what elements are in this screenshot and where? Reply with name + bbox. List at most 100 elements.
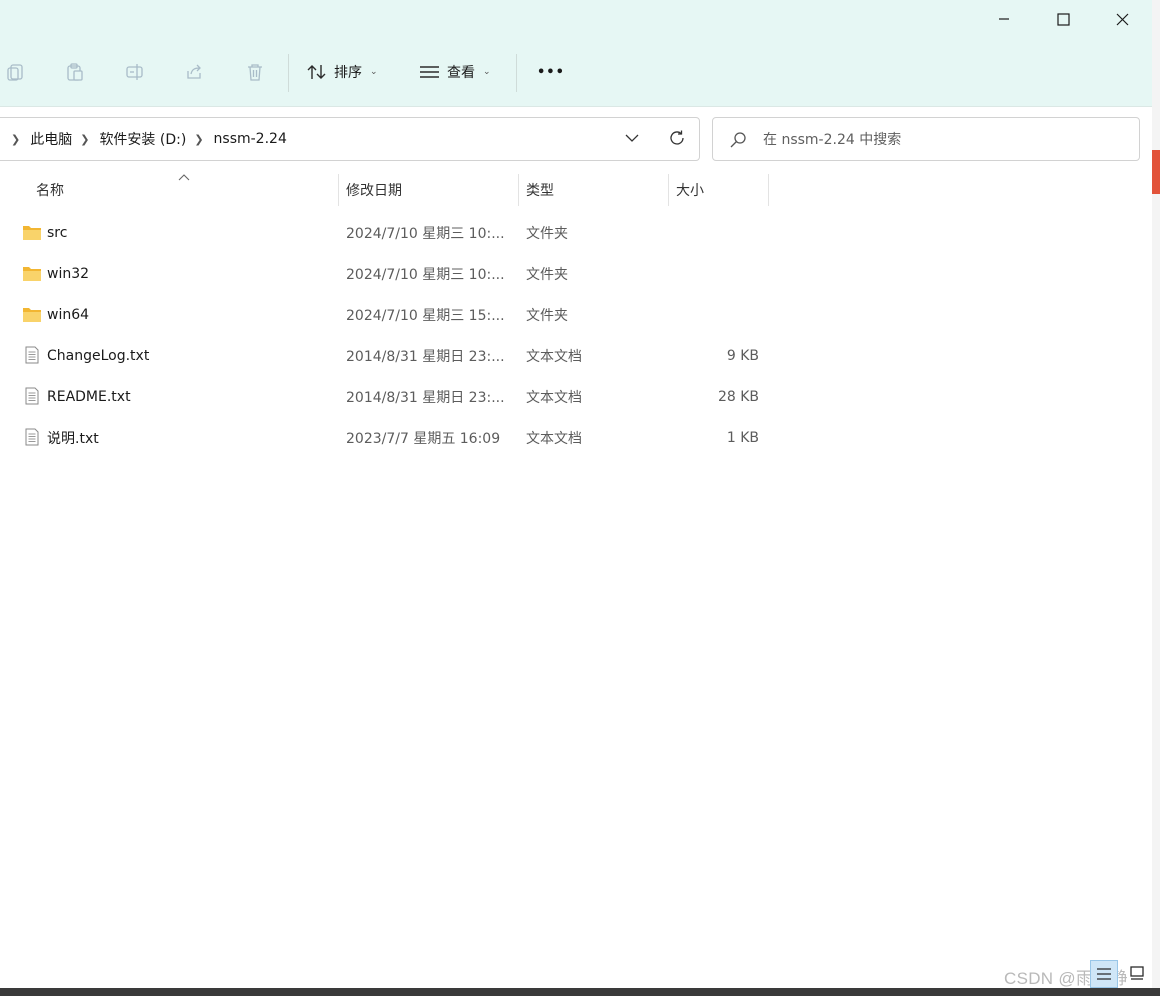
text-file-icon [25,387,39,405]
file-row[interactable]: src 2024/7/10 星期三 10:... 文件夹 [0,212,1152,253]
file-modified: 2014/8/31 星期日 23:... [346,389,505,406]
file-row[interactable]: win64 2024/7/10 星期三 15:... 文件夹 [0,294,1152,335]
chevron-down-icon [625,134,639,142]
file-name: win32 [47,265,90,282]
file-size: 28 KB [717,388,759,405]
command-bar: 排序 ⌄ 查看 ⌄ ••• [0,46,1152,98]
refresh-button[interactable] [668,129,686,151]
file-explorer-window: 排序 ⌄ 查看 ⌄ ••• ❯ 此电脑 ❯ 软件安装 (D:) ❯ nssm-2… [0,0,1153,988]
sort-label: 排序 [334,65,362,81]
file-modified: 2024/7/10 星期三 10:... [346,225,505,242]
sort-icon [307,65,326,79]
text-file-icon [25,346,39,364]
view-list-icon [420,66,439,78]
text-file-icon [25,428,39,446]
tiles-view-icon [1130,966,1144,980]
view-button[interactable]: 查看 ⌄ [419,56,491,88]
toolbar-divider [516,54,517,92]
column-modified[interactable]: 修改日期 [346,174,402,206]
maximize-icon [1056,12,1070,26]
file-modified: 2023/7/7 星期五 16:09 [346,430,501,447]
toolbar-band: 排序 ⌄ 查看 ⌄ ••• [0,0,1152,107]
file-modified: 2014/8/31 星期日 23:... [346,348,505,365]
paste-button[interactable] [61,58,89,86]
chevron-right-icon: ❯ [80,132,90,146]
minimize-icon [999,18,1009,20]
file-row[interactable]: ChangeLog.txt 2014/8/31 星期日 23:... 文本文档 … [0,335,1152,376]
file-size [676,212,759,253]
file-type: 文件夹 [526,225,568,242]
file-modified: 2024/7/10 星期三 10:... [346,266,505,283]
share-icon [187,64,201,79]
chevron-right-icon: ❯ [194,132,204,146]
view-label: 查看 [447,65,475,81]
file-type: 文本文档 [526,389,582,406]
view-switcher [1090,960,1150,988]
address-bar[interactable]: ❯ 此电脑 ❯ 软件安装 (D:) ❯ nssm-2.24 [0,117,700,161]
breadcrumb-drive-d[interactable]: 软件安装 (D:) [99,129,186,149]
folder-icon [23,226,41,240]
close-icon [1116,13,1128,25]
more-icon: ••• [537,64,565,80]
file-type: 文本文档 [526,430,582,447]
chevron-right-icon: ❯ [11,132,21,146]
column-divider[interactable] [668,174,669,206]
column-divider[interactable] [768,174,769,206]
column-type[interactable]: 类型 [526,174,554,206]
close-button[interactable] [1093,0,1151,38]
background-window-accent [1152,150,1160,194]
tiles-view-button[interactable] [1124,960,1150,986]
copy-icon [7,64,23,81]
maximize-button[interactable] [1034,0,1092,38]
trash-icon [248,64,262,81]
column-size[interactable]: 大小 [676,174,704,206]
copy-button[interactable] [2,58,30,86]
delete-button[interactable] [241,58,269,86]
folder-icon [23,308,41,322]
file-row[interactable]: win32 2024/7/10 星期三 10:... 文件夹 [0,253,1152,294]
file-size: 9 KB [726,347,759,364]
share-button[interactable] [181,58,209,86]
column-name[interactable]: 名称 [36,174,64,206]
taskbar-edge [0,988,1160,996]
address-history-dropdown[interactable] [625,131,639,149]
file-size [676,294,759,335]
file-type: 文件夹 [526,266,568,283]
chevron-down-icon: ⌄ [483,67,491,77]
column-divider[interactable] [518,174,519,206]
search-icon [730,132,746,148]
toolbar-divider [288,54,289,92]
refresh-icon [670,130,684,145]
paste-icon [67,63,83,81]
file-name: src [47,224,68,241]
file-modified: 2024/7/10 星期三 15:... [346,307,505,324]
folder-icon [23,267,41,281]
breadcrumb-nssm[interactable]: nssm-2.24 [214,131,287,147]
column-header: 名称 修改日期 类型 大小 [0,174,1152,206]
more-options-button[interactable]: ••• [537,56,565,88]
search-input[interactable]: 在 nssm-2.24 中搜索 [763,118,901,160]
breadcrumb-this-pc[interactable]: 此电脑 [30,129,72,149]
file-name: 说明.txt [47,430,99,447]
rename-icon [126,64,143,80]
file-name: README.txt [47,388,131,405]
file-type: 文件夹 [526,307,568,324]
sort-ascending-icon [178,174,190,181]
file-row[interactable]: README.txt 2014/8/31 星期日 23:... 文本文档 28 … [0,376,1152,417]
file-size: 1 KB [726,429,759,446]
details-view-icon [1097,968,1111,980]
details-view-button[interactable] [1090,960,1118,988]
file-type: 文本文档 [526,348,582,365]
file-size [676,253,759,294]
chevron-down-icon: ⌄ [370,67,378,77]
column-divider[interactable] [338,174,339,206]
rename-button[interactable] [121,58,149,86]
breadcrumb: ❯ 此电脑 ❯ 软件安装 (D:) ❯ nssm-2.24 [1,118,287,160]
file-name: win64 [47,306,90,323]
file-name: ChangeLog.txt [47,347,150,364]
minimize-button[interactable] [975,0,1033,38]
search-box[interactable]: 在 nssm-2.24 中搜索 [712,117,1140,161]
file-row[interactable]: 说明.txt 2023/7/7 星期五 16:09 文本文档 1 KB [0,417,1152,458]
background-window-strip [1152,0,1160,988]
sort-button[interactable]: 排序 ⌄ [306,56,378,88]
